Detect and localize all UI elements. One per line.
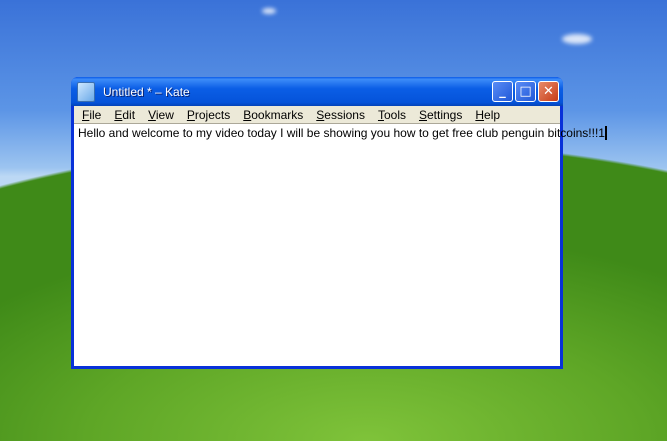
minimize-icon: _ <box>499 84 506 99</box>
menu-edit[interactable]: Edit <box>114 108 135 122</box>
menu-help[interactable]: Help <box>475 108 500 122</box>
menu-settings[interactable]: Settings <box>419 108 462 122</box>
text-caret <box>604 126 607 140</box>
editor-text: Hello and welcome to my video today I wi… <box>78 126 605 140</box>
menu-bar: File Edit View Projects Bookmarks Sessio… <box>74 106 560 123</box>
minimize-button[interactable]: _ <box>492 81 513 102</box>
menu-file[interactable]: File <box>82 108 101 122</box>
maximize-icon: □ <box>519 84 532 99</box>
title-bar[interactable]: Untitled * – Kate _ □ ✕ <box>71 77 563 106</box>
maximize-button[interactable]: □ <box>515 81 536 102</box>
cloud <box>562 34 592 44</box>
editor-text-area[interactable]: Hello and welcome to my video today I wi… <box>74 123 607 366</box>
menu-tools[interactable]: Tools <box>378 108 406 122</box>
menu-view[interactable]: View <box>148 108 174 122</box>
menu-projects[interactable]: Projects <box>187 108 230 122</box>
kate-app-icon[interactable] <box>77 81 95 102</box>
kate-window: Untitled * – Kate _ □ ✕ File Edit View P… <box>71 77 607 369</box>
menu-sessions[interactable]: Sessions <box>316 108 365 122</box>
menu-bookmarks[interactable]: Bookmarks <box>243 108 303 122</box>
close-button[interactable]: ✕ <box>538 81 559 102</box>
close-icon: ✕ <box>543 84 554 99</box>
cloud <box>262 8 276 14</box>
window-title: Untitled * – Kate <box>103 84 190 99</box>
